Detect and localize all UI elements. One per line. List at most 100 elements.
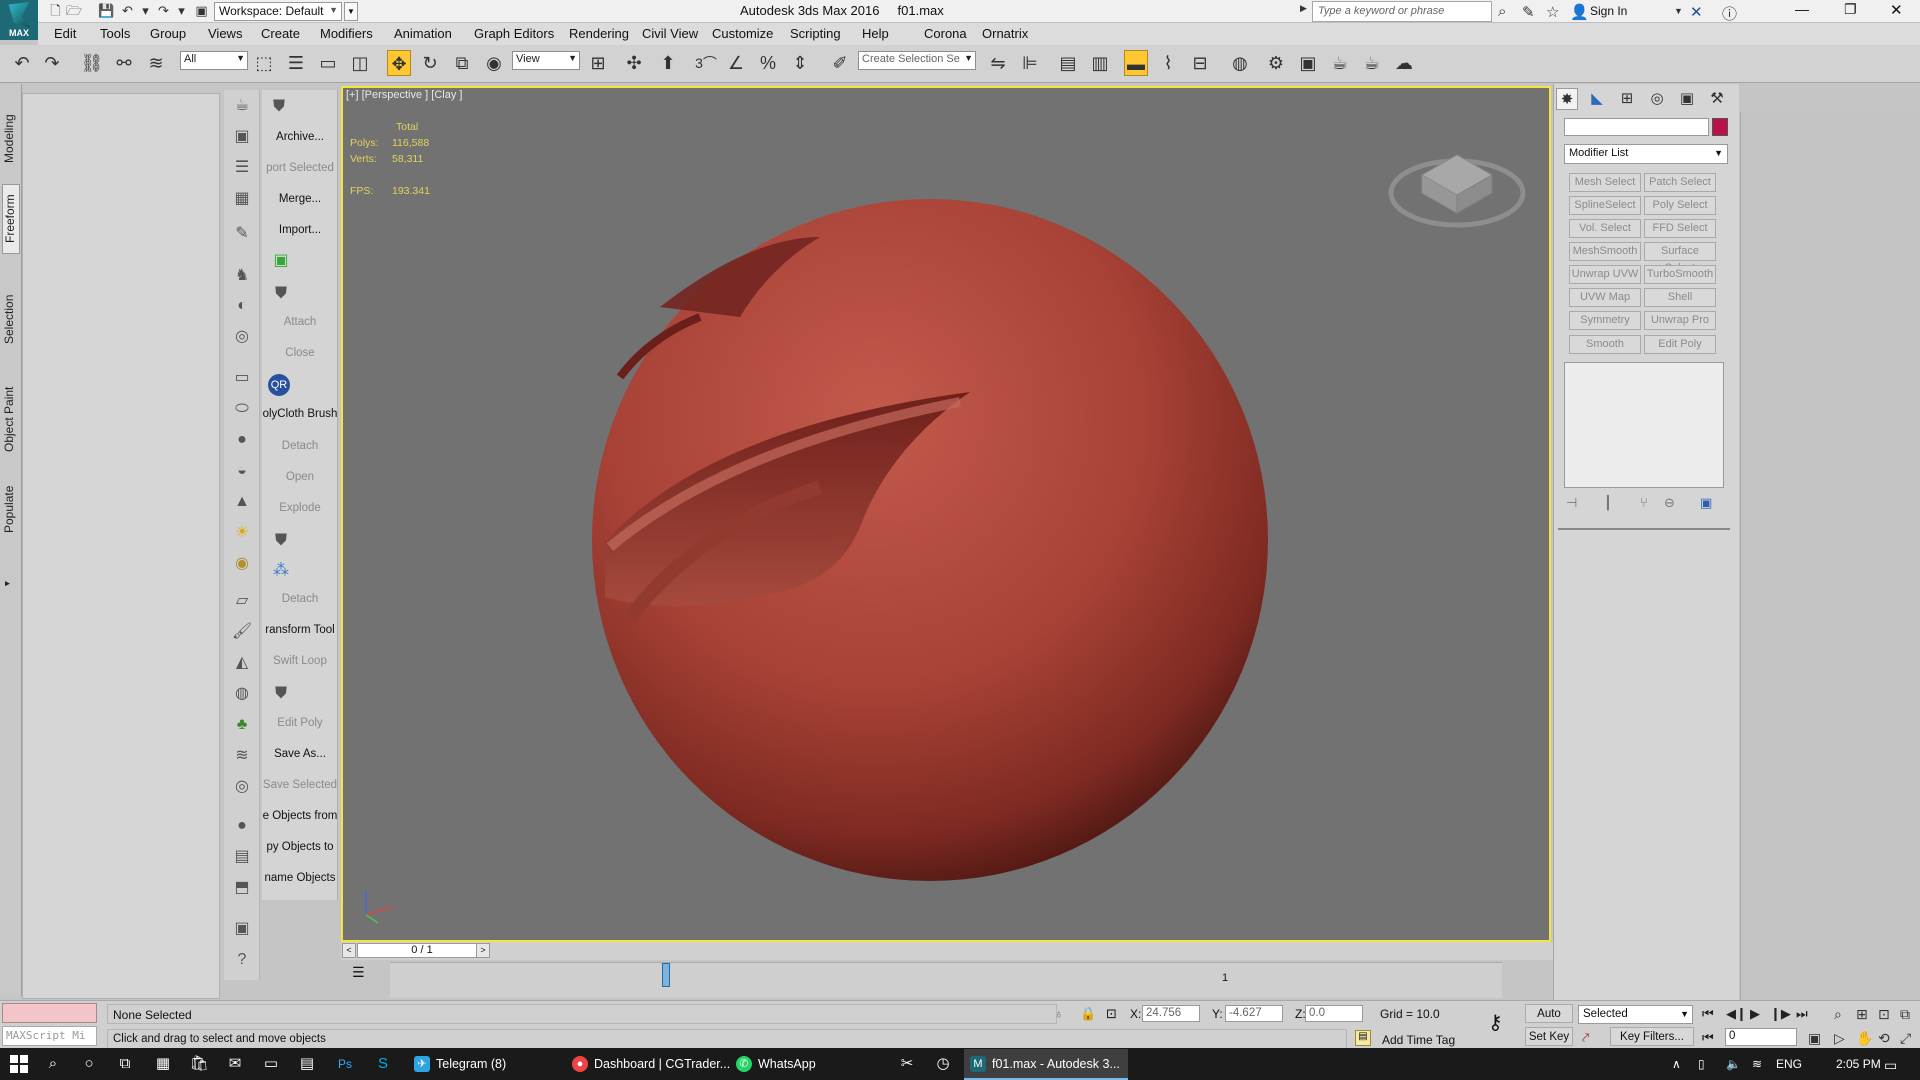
grid-table-icon[interactable]: ▦	[231, 188, 253, 210]
zoom-extents-all-icon[interactable]: ⧉	[1900, 1006, 1910, 1023]
store-icon[interactable]: 🛍	[188, 1053, 210, 1075]
box-icon[interactable]: ▭	[231, 367, 253, 389]
material-editor-icon[interactable]: ◍	[1228, 50, 1252, 76]
calculator-icon[interactable]: ▦	[152, 1053, 174, 1075]
time-tag-icon[interactable]: ▤	[1355, 1030, 1371, 1046]
curve-editor-icon[interactable]: ⌇	[1156, 50, 1180, 76]
object-color-swatch[interactable]	[1712, 118, 1728, 136]
scene-explorer-icon[interactable]: ▤	[1056, 50, 1080, 76]
windows-start-icon[interactable]	[10, 1055, 28, 1073]
sky-icon[interactable]: ◉	[231, 553, 253, 575]
zoom-extents-icon[interactable]: ⊡	[1878, 1006, 1890, 1023]
set-key-button[interactable]: Set Key	[1525, 1027, 1573, 1046]
close-button[interactable]: ✕	[1890, 1, 1903, 19]
app-icon[interactable]: ▤	[296, 1053, 318, 1075]
orbit-icon[interactable]: ⟲	[1878, 1030, 1890, 1047]
modifier-button[interactable]: Shell	[1644, 288, 1716, 307]
settings-objects-icon[interactable]: ⬒	[231, 877, 253, 899]
modifier-button[interactable]: Unwrap UVW	[1569, 265, 1641, 284]
taskbar-telegram[interactable]: ✈ Telegram (8)	[408, 1049, 566, 1080]
select-and-rotate-icon[interactable]: ↻	[418, 50, 442, 76]
snaps-toggle-icon[interactable]: 3⌒	[694, 50, 718, 76]
command-button[interactable]: ransform Tool	[262, 624, 338, 636]
command-button[interactable]: Detach	[262, 593, 338, 605]
viewcube[interactable]	[1388, 135, 1526, 235]
fur-ball-icon[interactable]: ◎	[231, 776, 253, 798]
menu-corona[interactable]: Corona	[924, 26, 967, 41]
menu-graph-editors[interactable]: Graph Editors	[474, 26, 554, 41]
merge-objects-icon[interactable]: ▤	[231, 846, 253, 868]
pinned-app-icon[interactable]: ✂	[896, 1053, 918, 1075]
add-time-tag-button[interactable]: Add Time Tag	[1382, 1033, 1455, 1047]
redo-icon[interactable]: ↷	[156, 4, 171, 18]
modifier-button[interactable]: Smooth	[1569, 335, 1641, 354]
restore-button[interactable]: ❐	[1844, 1, 1857, 18]
menu-group[interactable]: Group	[150, 26, 186, 41]
undo-dropdown-icon[interactable]: ▾	[138, 4, 153, 18]
tab-selection[interactable]: Selection	[2, 284, 20, 354]
new-file-icon[interactable]: 🗋	[48, 4, 63, 18]
pan-view-icon[interactable]: ✋	[1856, 1030, 1873, 1047]
link-icon[interactable]: ⛓	[80, 50, 104, 76]
play-icon[interactable]: ▶	[1750, 1006, 1760, 1022]
zoom-icon[interactable]: ⌕	[1834, 1006, 1842, 1023]
binoculars-icon[interactable]: ⌕	[1498, 3, 1506, 20]
modifier-button[interactable]: Mesh Select	[1569, 173, 1641, 192]
menu-ornatrix[interactable]: Ornatrix	[982, 26, 1028, 41]
select-and-scale-icon[interactable]: ⧉	[450, 50, 474, 76]
cortana-icon[interactable]: ○	[78, 1053, 100, 1075]
render-iterative-icon[interactable]: ☕	[1360, 50, 1384, 76]
app-menu-button[interactable]: MAX	[0, 0, 38, 40]
align-icon[interactable]: ⊫	[1018, 50, 1042, 76]
sphere-icon[interactable]: ●	[231, 429, 253, 451]
viewport-label[interactable]: [+] [Perspective ] [Clay ]	[346, 89, 462, 101]
absolute-mode-icon[interactable]: ⊡	[1106, 1006, 1117, 1022]
z-coordinate-field[interactable]: 0.0	[1305, 1005, 1363, 1022]
camera-icon[interactable]: ◎	[231, 326, 253, 348]
brush-icon[interactable]: 🖌	[231, 621, 253, 643]
modifier-button[interactable]: Vol. Select	[1569, 219, 1641, 238]
grass-icon[interactable]: ♣	[231, 714, 253, 736]
unlink-icon[interactable]: ⚯	[112, 50, 136, 76]
time-marker[interactable]	[662, 963, 670, 987]
utilities-tab-icon[interactable]: ⚒	[1706, 88, 1728, 110]
command-button[interactable]: Detach	[262, 440, 338, 452]
ribbon-toggle-icon[interactable]: ▬	[1124, 50, 1148, 76]
render-cloud-icon[interactable]: ☁	[1392, 50, 1416, 76]
select-manipulate-icon[interactable]: ✣	[622, 50, 646, 76]
export-icon[interactable]: ▣	[231, 918, 253, 940]
taskbar-3dsmax[interactable]: M f01.max - Autodesk 3...	[964, 1049, 1128, 1080]
teapot-icon[interactable]: ☕	[231, 95, 253, 117]
command-button[interactable]: Merge...	[262, 193, 338, 205]
sign-in-button[interactable]: Sign In	[1590, 4, 1627, 18]
render-setup-icon[interactable]: ⚙	[1264, 50, 1288, 76]
rectangular-selection-icon[interactable]: ▭	[316, 50, 340, 76]
show-end-result-icon[interactable]: ┃	[1604, 495, 1612, 511]
rendered-frame-window-icon[interactable]: ▣	[1296, 50, 1320, 76]
user-icon[interactable]: 👤	[1570, 3, 1589, 21]
modifier-button[interactable]: Poly Select	[1644, 196, 1716, 215]
modifier-button[interactable]: TurboSmooth	[1644, 265, 1716, 284]
angle-snap-icon[interactable]: ∠	[724, 50, 748, 76]
desktop-icon[interactable]: ▭	[260, 1053, 282, 1075]
undo-toolbar-icon[interactable]: ↶	[10, 50, 34, 76]
select-and-place-icon[interactable]: ◉	[482, 50, 506, 76]
mini-curve-editor-icon[interactable]: ☰	[352, 964, 365, 981]
volume-icon[interactable]: 🔈	[1726, 1057, 1741, 1071]
clock-app-icon[interactable]: ◷	[932, 1053, 954, 1075]
skype-icon[interactable]: S	[372, 1053, 394, 1075]
render-production-icon[interactable]: ☕	[1328, 50, 1352, 76]
time-slider[interactable]	[341, 942, 1553, 960]
menu-modifiers[interactable]: Modifiers	[320, 26, 373, 41]
display-tab-icon[interactable]: ▣	[1676, 88, 1698, 110]
edit-named-selection-icon[interactable]: ✐	[828, 50, 852, 76]
modifier-button[interactable]: UVW Map	[1569, 288, 1641, 307]
help-circle-icon[interactable]: ?	[231, 949, 253, 971]
green-box-icon[interactable]: ▣	[270, 250, 292, 272]
key-mode-toggle-icon[interactable]: ⏮	[1702, 1030, 1714, 1046]
modifier-button[interactable]: Unwrap Pro	[1644, 311, 1716, 330]
help-icon[interactable]: ⓘ	[1722, 3, 1737, 24]
previous-frame-icon[interactable]: ◀❙	[1726, 1006, 1747, 1022]
action-center-icon[interactable]: ▭	[1884, 1057, 1897, 1074]
tab-populate[interactable]: Populate	[2, 474, 20, 544]
